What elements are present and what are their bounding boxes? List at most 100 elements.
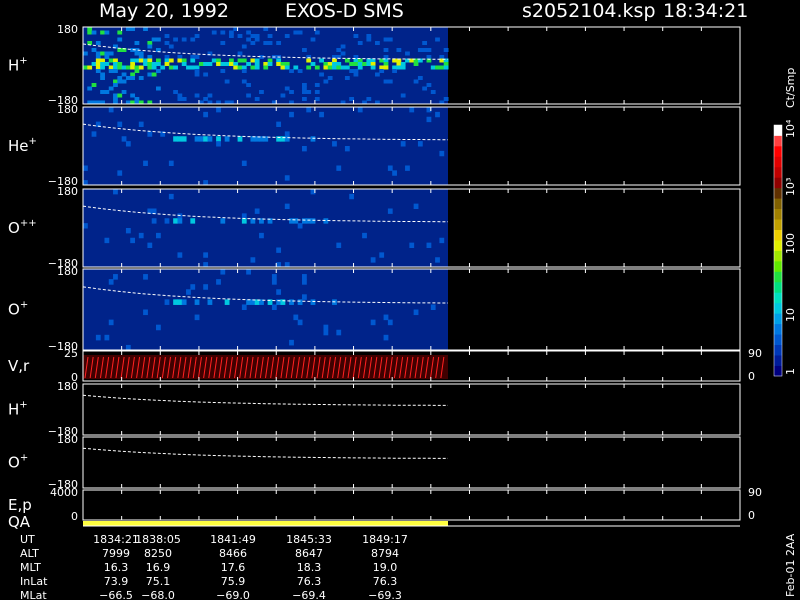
colorbar-segment: [774, 198, 782, 210]
footer-cell: 1834:21: [93, 533, 139, 546]
heatmap-cell: [336, 65, 342, 70]
species-label: H+: [8, 56, 28, 75]
header-file: s2052104.ksp: [522, 0, 656, 22]
heatmap-cell: [113, 79, 118, 84]
heatmap-cell: [284, 86, 290, 91]
heatmap-cell: [426, 83, 432, 87]
heatmap-cell: [439, 65, 445, 70]
heatmap-cell: [224, 79, 230, 84]
heatmap-cell: [250, 41, 256, 45]
heatmap-cell: [422, 48, 428, 52]
heatmap-cell: [310, 37, 316, 42]
heatmap-cell: [156, 69, 161, 73]
heatmap-cell: [104, 62, 110, 66]
heatmap-cell: [91, 83, 97, 87]
heatmap-cell: [164, 34, 170, 38]
heatmap-cell: [177, 55, 183, 59]
heatmap-cell: [147, 131, 153, 137]
heatmap-cell: [229, 62, 234, 66]
heatmap-cell: [143, 274, 148, 280]
heatmap-cell: [147, 65, 153, 70]
heatmap-cell: [383, 79, 389, 84]
heatmap-cell: [310, 299, 316, 305]
heatmap-cell: [306, 55, 312, 59]
heatmap-cell: [405, 165, 410, 171]
heatmap-cell: [267, 62, 273, 66]
heatmap-cell: [121, 72, 127, 77]
heatmap-cell: [435, 37, 440, 42]
heatmap-cell: [190, 55, 196, 59]
colorbar-segment: [774, 208, 782, 220]
heatmap-cell: [194, 65, 200, 70]
footer-cell: 76.3: [297, 575, 322, 588]
heatmap-cell: [168, 160, 174, 166]
heatmap-cell: [203, 252, 209, 258]
heatmap-cell: [233, 65, 239, 70]
panel-h-plus-2: 180−180H+: [8, 380, 741, 438]
heatmap-cell: [443, 48, 449, 52]
heatmap-cell: [332, 141, 337, 147]
heatmap-cell: [104, 237, 110, 244]
heatmap-cell: [87, 86, 93, 91]
heatmap-cell: [383, 37, 389, 42]
dashed-curve: [82, 447, 449, 459]
heatmap-cell: [237, 34, 243, 38]
heatmap-cell: [156, 58, 161, 63]
heatmap-cell: [357, 41, 363, 45]
heatmap-cell: [280, 136, 286, 142]
colorbar-tick-label: 10: [784, 308, 797, 322]
heatmap-cell: [104, 55, 110, 59]
heatmap-cell: [336, 329, 342, 336]
heatmap-cell: [138, 55, 144, 59]
heatmap-cell: [259, 90, 264, 94]
heatmap-cell: [439, 150, 445, 157]
heatmap-cell: [254, 65, 260, 70]
heatmap-cell: [95, 334, 101, 341]
footer-cell: 8466: [219, 547, 247, 560]
colorbar-tick-label: 10⁴: [784, 119, 797, 138]
header-time: 18:34:21: [663, 0, 748, 22]
heatmap-cell: [173, 299, 178, 305]
heatmap-cell: [439, 237, 445, 244]
heatmap-cell: [100, 90, 105, 94]
heatmap-cell: [108, 51, 114, 56]
heatmap-cell: [409, 107, 415, 113]
heatmap-cell: [362, 62, 367, 66]
heatmap-cell: [108, 279, 114, 285]
heatmap-cell: [284, 131, 290, 137]
heatmap-cell: [344, 58, 350, 63]
heatmap-cell: [387, 37, 393, 42]
heatmap-cell: [392, 170, 397, 176]
heatmap-cell: [190, 218, 196, 224]
panel-frame: [82, 436, 741, 489]
heatmap-cell: [319, 111, 324, 118]
heatmap-cell: [383, 48, 389, 52]
heatmap-cell: [267, 34, 273, 38]
heatmap-cell: [289, 339, 294, 346]
heatmap-cell: [177, 218, 183, 224]
footer-cell: 8647: [295, 547, 323, 560]
heatmap-cell: [104, 334, 110, 341]
heatmap-cell: [267, 58, 273, 63]
heatmap-cell: [430, 65, 436, 70]
footer-cell: 7999: [102, 547, 130, 560]
heatmap-cell: [246, 30, 251, 35]
heatmap-cell: [396, 48, 402, 52]
heatmap-cell: [95, 62, 101, 66]
right-max-label: 90: [748, 486, 762, 499]
heatmap-cell: [194, 93, 200, 98]
heatmap-cell: [387, 79, 393, 84]
footer-row-label: UT: [20, 533, 35, 546]
heatmap-cell: [314, 90, 320, 94]
heatmap-cell: [190, 58, 196, 63]
y-min-label: 0: [71, 510, 78, 523]
footer-row-label: MLat: [20, 589, 47, 600]
heatmap-cell: [220, 62, 226, 66]
heatmap-cell: [113, 93, 118, 98]
heatmap-cell: [344, 146, 350, 152]
heatmap-cell: [405, 51, 410, 56]
heatmap-cell: [134, 97, 140, 101]
heatmap-cell: [130, 65, 136, 70]
qa-bar: [83, 521, 448, 526]
heatmap-cell: [198, 62, 204, 66]
